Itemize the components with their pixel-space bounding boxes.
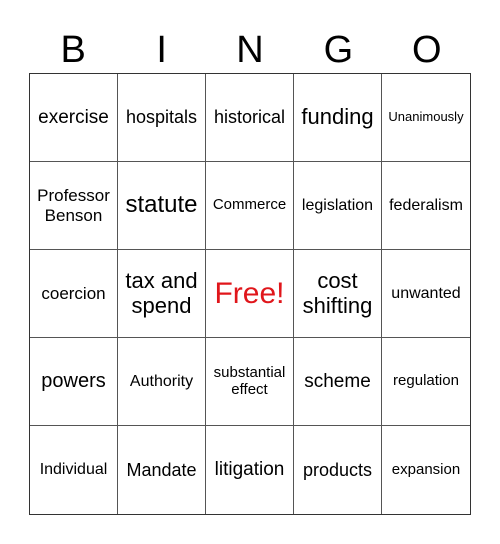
bingo-cell[interactable]: regulation [382,338,470,426]
bingo-cell[interactable]: Professor Benson [30,162,118,250]
bingo-cell[interactable]: products [294,426,382,514]
bingo-cell[interactable]: expansion [382,426,470,514]
bingo-cell[interactable]: historical [206,74,294,162]
bingo-cell[interactable]: scheme [294,338,382,426]
bingo-cell[interactable]: unwanted [382,250,470,338]
bingo-cell[interactable]: Unanimously [382,74,470,162]
header-letter-i: I [156,29,167,71]
header-letter-n: N [236,29,264,71]
bingo-cell[interactable]: Commerce [206,162,294,250]
free-space-cell[interactable]: Free! [206,250,294,338]
header-letter-o: O [412,29,442,71]
bingo-cell[interactable]: federalism [382,162,470,250]
header-letter-g: G [323,29,354,71]
bingo-cell[interactable]: litigation [206,426,294,514]
bingo-cell[interactable]: hospitals [118,74,206,162]
bingo-cell[interactable]: Mandate [118,426,206,514]
bingo-cell[interactable]: statute [118,162,206,250]
bingo-cell[interactable]: exercise [30,74,118,162]
bingo-cell[interactable]: legislation [294,162,382,250]
bingo-cell[interactable]: Individual [30,426,118,514]
bingo-cell[interactable]: cost shifting [294,250,382,338]
bingo-cell[interactable]: Authority [118,338,206,426]
bingo-cell[interactable]: coercion [30,250,118,338]
bingo-cell[interactable]: tax and spend [118,250,206,338]
bingo-header: B I N G O [29,28,471,72]
bingo-grid: exercise hospitals historical funding Un… [29,73,471,515]
bingo-cell[interactable]: funding [294,74,382,162]
header-letter-b: B [60,29,86,71]
bingo-cell[interactable]: powers [30,338,118,426]
bingo-cell[interactable]: substantial effect [206,338,294,426]
